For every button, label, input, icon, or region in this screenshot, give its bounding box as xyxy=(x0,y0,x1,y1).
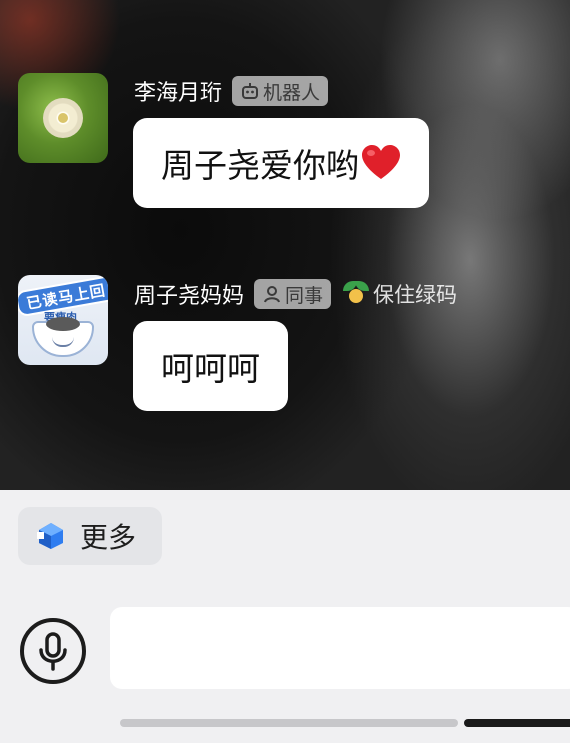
home-indicator[interactable] xyxy=(464,719,570,727)
tag-label: 同事 xyxy=(285,284,324,307)
voice-input-button[interactable] xyxy=(20,618,86,684)
sender-line: 李海月珩 机器人 xyxy=(134,75,329,107)
message-text: 呵呵呵 xyxy=(161,349,260,388)
person-icon xyxy=(264,286,280,303)
status-tag: 保住绿码 xyxy=(343,279,457,309)
sender-name[interactable]: 周子尧妈妈 xyxy=(134,278,244,310)
colleague-tag: 同事 xyxy=(254,279,332,309)
message-bubble[interactable]: 呵呵呵 xyxy=(133,321,288,411)
message-bubble[interactable]: 周子尧爱你哟 xyxy=(133,118,429,208)
sender-line: 周子尧妈妈 同事 保住绿码 xyxy=(134,279,457,309)
robot-tag: 机器人 xyxy=(232,76,329,106)
tag-label: 机器人 xyxy=(263,81,321,104)
message-text: 周子尧爱你哟 xyxy=(161,146,359,185)
robot-icon xyxy=(242,83,259,99)
bowl-image xyxy=(32,317,94,357)
red-heart-icon xyxy=(362,145,400,179)
more-button[interactable]: 更多 xyxy=(18,507,162,565)
chat-message-area: 李海月珩 机器人 周子尧爱你哟 已读马上回 要瘦肉 周子尧妈妈 xyxy=(0,0,570,490)
sprout-icon xyxy=(343,281,370,307)
input-panel: 更多 xyxy=(0,490,570,743)
microphone-icon xyxy=(39,632,67,671)
message-input[interactable] xyxy=(110,607,570,689)
sender-avatar-sticker[interactable]: 已读马上回 要瘦肉 xyxy=(18,275,108,365)
more-label: 更多 xyxy=(80,521,137,554)
sender-avatar-flower[interactable] xyxy=(18,73,108,163)
cube-icon xyxy=(37,523,63,549)
scroll-track xyxy=(120,719,458,727)
status-label: 保住绿码 xyxy=(373,283,458,307)
sender-name[interactable]: 李海月珩 xyxy=(134,75,222,107)
flower-image xyxy=(43,98,83,138)
